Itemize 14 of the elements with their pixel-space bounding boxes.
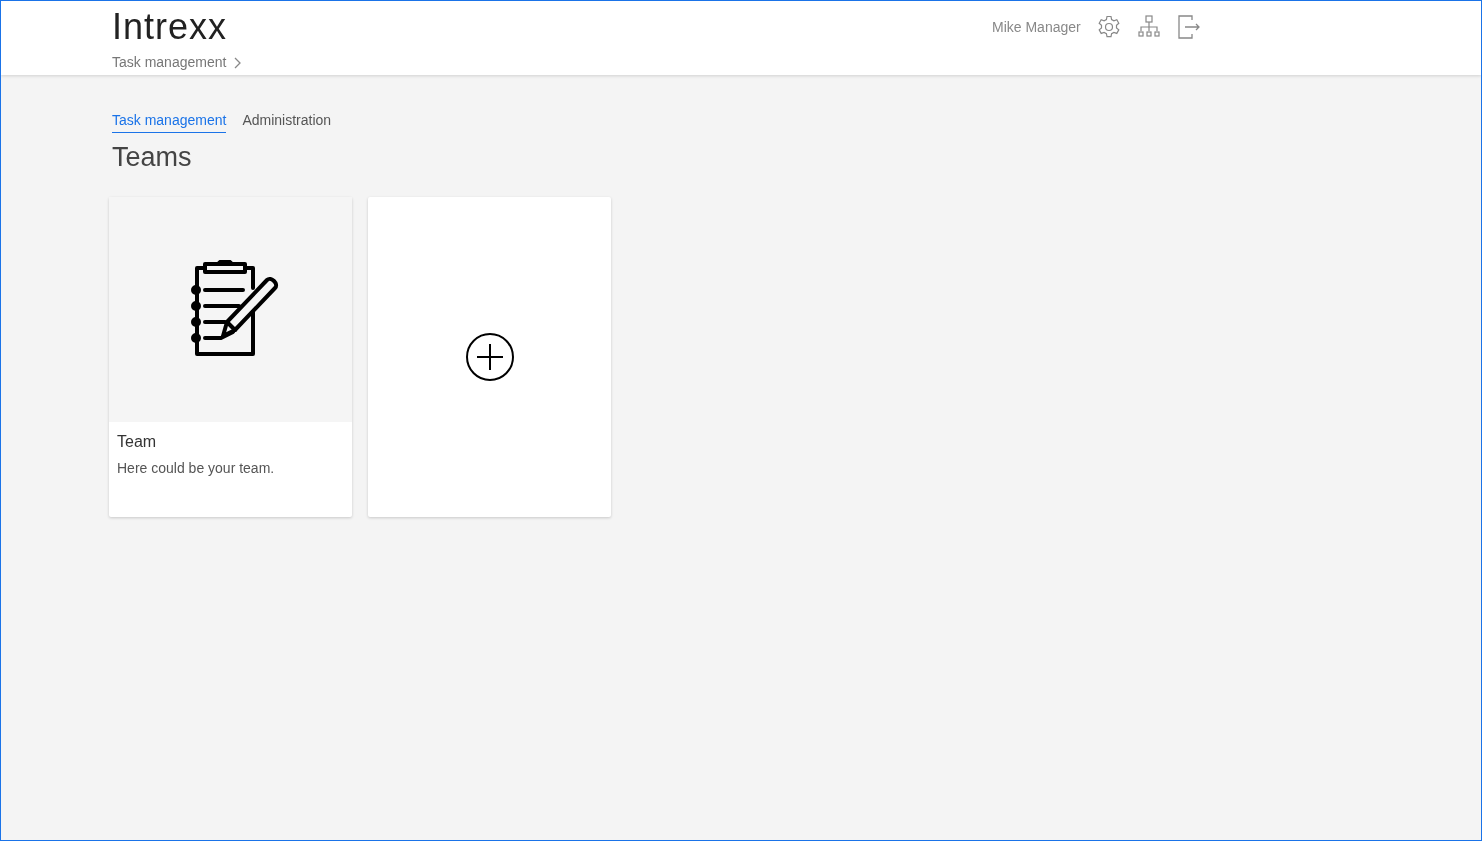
chevron-right-icon: [234, 56, 243, 69]
intrexx-logo[interactable]: Intrexx: [112, 1, 228, 45]
card-title: Team: [117, 432, 158, 453]
logout-icon[interactable]: [1176, 14, 1201, 40]
team-card[interactable]: Team Here could be your team.: [109, 197, 352, 518]
card-description: Here could be your team.: [117, 459, 276, 479]
tab[interactable]: Administration: [242, 110, 332, 133]
breadcrumb-link[interactable]: Task management: [112, 52, 243, 73]
settings-icon[interactable]: [1096, 15, 1121, 39]
page-title: Teams: [112, 141, 193, 174]
user-name[interactable]: Mike Manager: [992, 16, 1081, 38]
tab[interactable]: Task management: [112, 110, 227, 133]
sitemap-icon[interactable]: [1136, 15, 1161, 39]
add-icon: [464, 332, 515, 383]
